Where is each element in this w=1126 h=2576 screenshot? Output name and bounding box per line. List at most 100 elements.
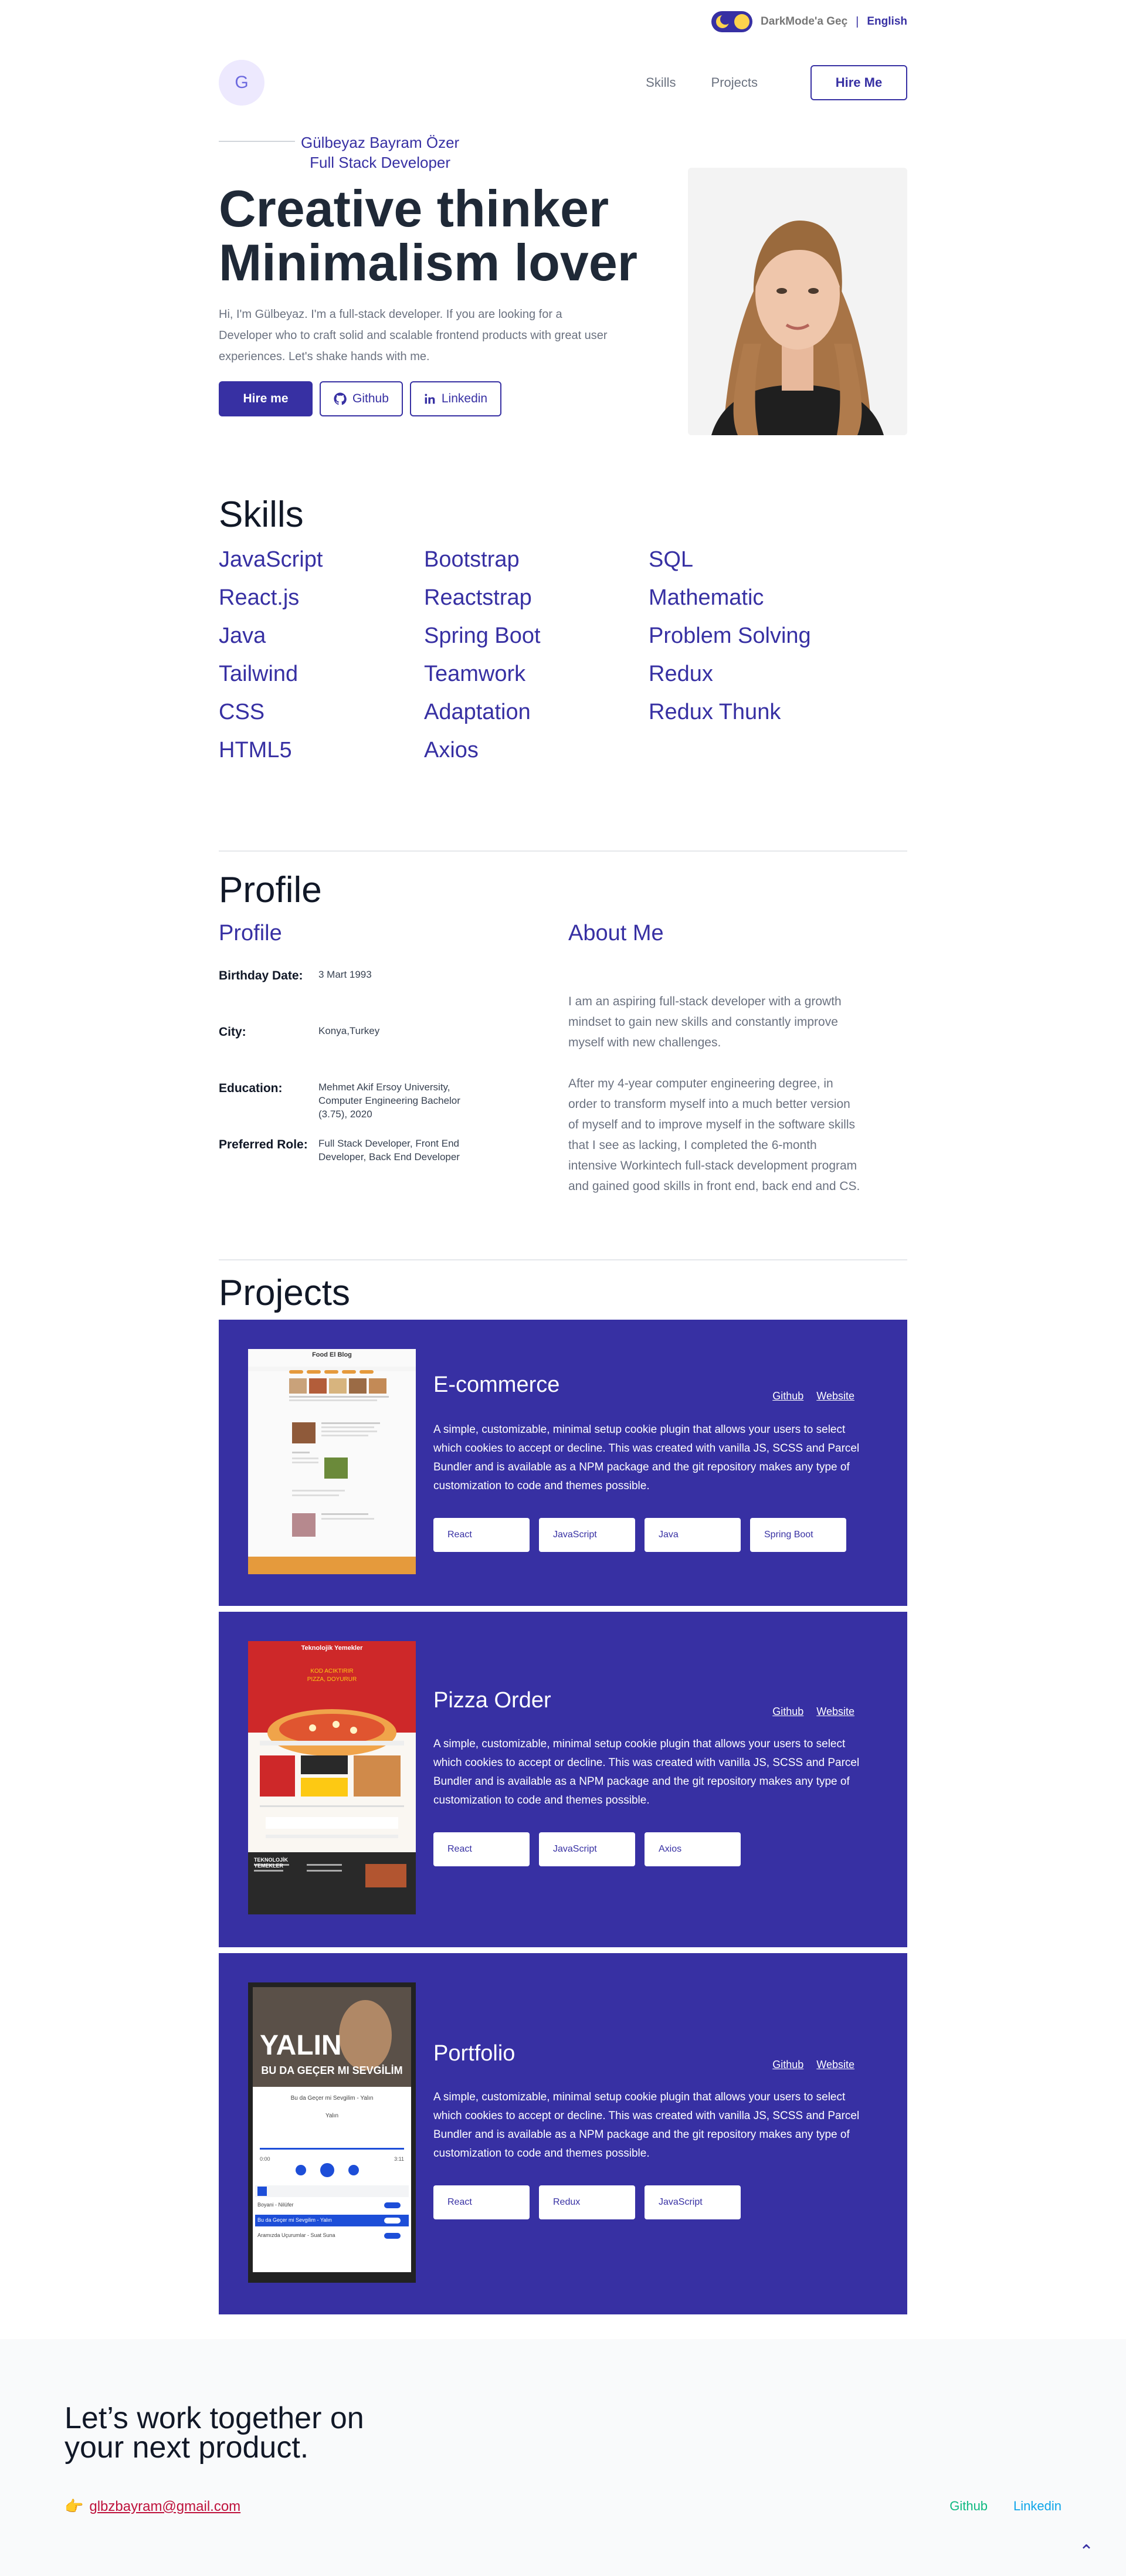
hero-title-line-1: Creative thinker [219,179,609,238]
screenshot-list-item: Aramızda Uçurumlar - Suat Suna [257,2232,335,2238]
education-label: Education: [219,1082,283,1095]
top-bar: DarkMode'a Geç | English [0,0,1126,42]
hero-name: Gülbeyaz Bayram Özer [301,134,460,151]
profile-subtitle: Profile [219,921,282,945]
skills-grid: JavaScript React.js Java Tailwind CSS HT… [219,547,907,794]
birthday-value: 3 Mart 1993 [318,969,372,980]
hero-name-block: Gülbeyaz Bayram Özer Full Stack Develope… [301,133,459,172]
skill-item: Axios [424,738,479,762]
hero-title-line-2: Minimalism lover [219,233,638,292]
footer-email[interactable]: 👉 glbzbayram@gmail.com [65,2497,240,2516]
github-icon [334,392,347,405]
moon-icon [716,14,731,28]
skill-item: Bootstrap [424,547,520,572]
language-switch[interactable]: English [867,15,907,28]
hero-accent-line [219,141,295,142]
footer-linkedin-link[interactable]: Linkedin [1013,2499,1061,2514]
project-tag[interactable]: React [433,1832,530,1866]
skill-item: Mathematic [649,585,764,610]
project-tag[interactable]: Redux [539,2185,635,2219]
skills-section: Skills JavaScript React.js Java Tailwind… [219,475,907,850]
toggle-knob [734,14,750,29]
skill-item: Tailwind [219,662,299,686]
skill-item: Redux Thunk [649,700,781,724]
project-screenshot: Food El Blog [248,1349,416,1574]
skill-item: Reactstrap [424,585,532,610]
preferred-role-label: Preferred Role: [219,1138,308,1151]
education-value: Mehmet Akif Ersoy University, Computer E… [318,1082,460,1120]
project-description: A simple, customizable, minimal setup co… [433,1738,860,1806]
project-description: A simple, customizable, minimal setup co… [433,2091,860,2160]
nav-link-projects[interactable]: Projects [711,75,758,90]
project-github-link[interactable]: Github [772,2059,803,2071]
linkedin-button[interactable]: Linkedin [409,381,502,416]
project-website-link[interactable]: Website [816,2059,854,2071]
profile-photo [688,168,907,435]
project-title: Portfolio [433,2041,515,2066]
screenshot-subtitle: KOD ACIKTIRIR [310,1668,354,1675]
profile-title: Profile [219,870,322,910]
preferred-role-value: Full Stack Developer, Front End Develope… [318,1138,460,1162]
screenshot-line: Yalın [325,2113,339,2119]
hero-title: Creative thinker Minimalism lover [219,182,637,290]
skill-item: JavaScript [219,547,323,572]
project-website-link[interactable]: Website [816,1390,854,1402]
project-tag[interactable]: React [433,1518,530,1552]
linkedin-icon [425,394,435,404]
project-card-pizza-order: Teknolojik Yemekler KOD ACIKTIRIR PIZZA,… [219,1612,907,1947]
nav-link-skills[interactable]: Skills [646,75,676,90]
screenshot-time-end: 3:11 [394,2156,404,2162]
skill-item: Teamwork [424,662,526,686]
skill-item: CSS [219,700,265,724]
hero-role: Full Stack Developer [310,154,451,171]
skills-title: Skills [219,494,304,535]
dark-mode-toggle[interactable] [711,11,753,32]
project-github-link[interactable]: Github [772,1706,803,1718]
email-address[interactable]: glbzbayram@gmail.com [89,2499,240,2515]
project-card-portfolio: YALIN BU DA GEÇER MI SEVGİLİM Bu da Geçe… [219,1953,907,2314]
project-description: A simple, customizable, minimal setup co… [433,1423,860,1492]
skill-item: SQL [649,547,694,572]
birthday-label: Birthday Date: [219,969,303,982]
project-github-link[interactable]: Github [772,1390,803,1402]
skill-item: Spring Boot [424,623,541,648]
city-value: Konya,Turkey [318,1025,380,1036]
screenshot-time-start: 0:00 [260,2156,270,2162]
footer: Let’s work together on your next product… [0,2339,1126,2576]
hero-description: Hi, I'm Gülbeyaz. I'm a full-stack devel… [219,308,608,363]
screenshot-song: BU DA GEÇER MI SEVGİLİM [261,2065,403,2076]
github-button[interactable]: Github [320,381,403,416]
hero-section: Gülbeyaz Bayram Özer Full Stack Develope… [219,123,907,475]
github-button-label: Github [352,392,389,405]
project-card-ecommerce: Food El Blog E-commerce Github Website A… [219,1320,907,1606]
project-tag[interactable]: React [433,2185,530,2219]
about-paragraph-1: I am an aspiring full-stack developer wi… [568,995,842,1049]
project-tag[interactable]: JavaScript [645,2185,741,2219]
screenshot-artist: YALIN [260,2030,342,2061]
footer-title: Let’s work together on your next product… [65,2401,364,2465]
hire-me-button[interactable]: Hire me [219,381,313,416]
hire-me-nav-button[interactable]: Hire Me [810,65,907,100]
projects-section: Projects Food El Blog E-commerce Github … [219,1260,907,2314]
project-tag[interactable]: JavaScript [539,1832,635,1866]
project-tag[interactable]: Axios [645,1832,741,1866]
about-paragraph-2: After my 4-year computer engineering deg… [568,1077,860,1193]
pointing-hand-icon: 👉 [65,2497,84,2515]
scroll-to-top-icon[interactable]: ⌃ [1079,2541,1094,2562]
project-tag[interactable]: JavaScript [539,1518,635,1552]
logo[interactable]: G [219,60,264,106]
project-tag[interactable]: Java [645,1518,741,1552]
project-website-link[interactable]: Website [816,1706,854,1718]
separator: | [856,15,859,28]
screenshot-subtitle: PIZZA, DOYURUR [307,1676,357,1683]
footer-title-line-2: your next product. [65,2431,309,2465]
screenshot-title: Food El Blog [312,1351,352,1358]
footer-github-link[interactable]: Github [949,2499,988,2514]
linkedin-button-label: Linkedin [441,392,488,405]
project-title: Pizza Order [433,1688,551,1713]
project-tag[interactable]: Spring Boot [750,1518,846,1552]
skill-item: Problem Solving [649,623,811,648]
footer-title-line-1: Let’s work together on [65,2401,364,2435]
skill-item: Adaptation [424,700,531,724]
screenshot-title: Teknolojik Yemekler [301,1645,363,1652]
